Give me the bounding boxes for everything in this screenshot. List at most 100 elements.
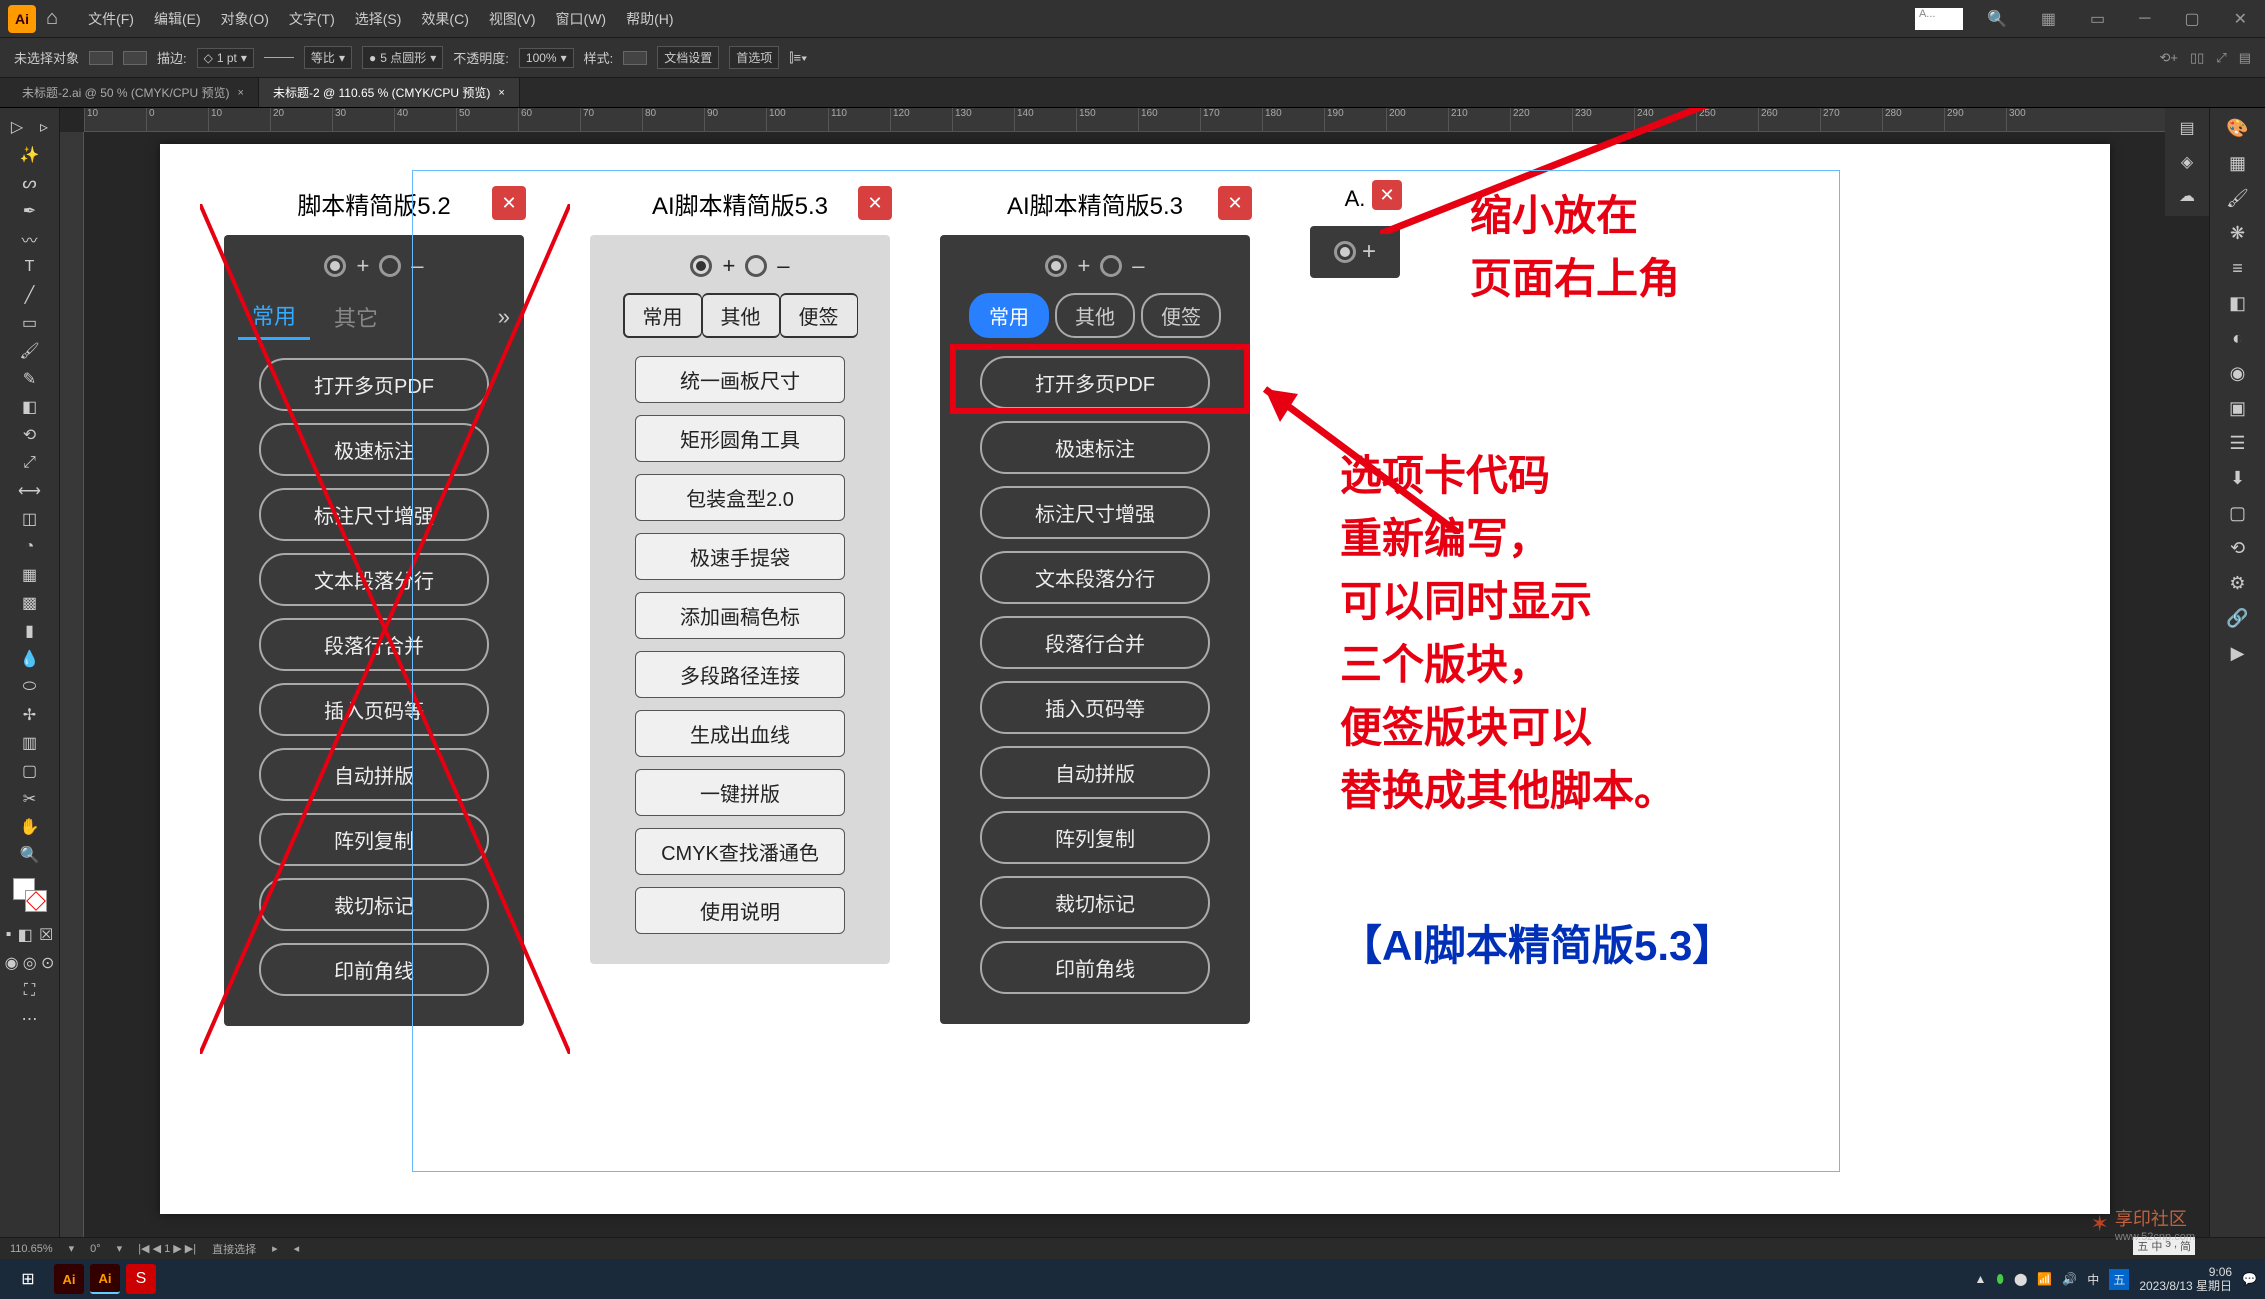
artboard-tool-icon[interactable]: ▢ (17, 758, 43, 784)
script-button[interactable]: 使用说明 (635, 887, 845, 934)
grid-icon[interactable]: ▯▯ (2190, 50, 2204, 66)
doc-tab-1[interactable]: 未标题-2.ai @ 50 % (CMYK/CPU 预览)× (8, 78, 259, 107)
taskbar-ai-icon[interactable]: Ai (54, 1264, 84, 1294)
script-button[interactable]: 标注尺寸增强 (980, 486, 1210, 539)
tab-other[interactable]: 其它 (320, 295, 392, 339)
menu-type[interactable]: 文字(T) (279, 9, 345, 29)
taskbar-app-icon[interactable]: S (126, 1264, 156, 1294)
docsetup-button[interactable]: 文档设置 (657, 46, 719, 69)
menu-help[interactable]: 帮助(H) (616, 9, 683, 29)
panel-toggle-icon[interactable]: ▤ (2239, 50, 2251, 66)
symbols-panel-icon[interactable]: ❋ (2230, 223, 2245, 244)
blend-tool-icon[interactable]: ⬭ (17, 674, 43, 700)
lasso-tool-icon[interactable]: ᔕ (17, 170, 43, 196)
tab-notes[interactable]: 便签 (1141, 293, 1221, 338)
tray-ime-icon[interactable]: 五 (2109, 1269, 2129, 1290)
align-icon[interactable]: ⫿≡▾ (789, 50, 807, 66)
panel-close-button[interactable]: ✕ (1218, 186, 1252, 220)
curvature-tool-icon[interactable]: 〰 (17, 226, 43, 252)
tab-common[interactable]: 常用 (969, 293, 1049, 338)
radio-icon[interactable] (379, 255, 401, 277)
screen-mode-icon[interactable]: ⛶ (17, 978, 43, 1004)
rotation[interactable]: 0° (90, 1243, 101, 1255)
width-tool-icon[interactable]: ⟷ (17, 478, 43, 504)
script-button[interactable]: 印前角线 (980, 941, 1210, 994)
rectangle-tool-icon[interactable]: ▭ (17, 310, 43, 336)
slice-tool-icon[interactable]: ✂ (17, 786, 43, 812)
scale-tool-icon[interactable]: ⤢ (17, 450, 43, 476)
tab-notes[interactable]: 便签 (780, 293, 858, 338)
selection-tool-icon[interactable]: ▷ (11, 117, 23, 137)
asset-export-panel-icon[interactable]: ⬇ (2230, 468, 2245, 489)
draw-inside-icon[interactable]: ⊙ (41, 953, 54, 973)
none-mode-icon[interactable]: ☒ (39, 925, 53, 945)
magic-wand-tool-icon[interactable]: ✨ (17, 142, 43, 168)
script-button[interactable]: 一键拼版 (635, 769, 845, 816)
script-button[interactable]: 文本段落分行 (259, 553, 489, 606)
script-button[interactable]: 印前角线 (259, 943, 489, 996)
script-button[interactable]: 极速标注 (259, 423, 489, 476)
tab-other[interactable]: 其他 (1055, 293, 1135, 338)
shaper-tool-icon[interactable]: ✎ (17, 366, 43, 392)
script-button[interactable]: 包装盒型2.0 (635, 474, 845, 521)
libraries-panel-icon[interactable]: ☁ (2179, 186, 2195, 206)
zoom-level[interactable]: 110.65% (10, 1243, 53, 1255)
brush-dropdown[interactable]: ●5 点圆形▾ (362, 46, 443, 69)
workspace-icon[interactable]: ▭ (2080, 9, 2115, 29)
stroke-panel-icon[interactable]: ≡ (2232, 258, 2243, 279)
script-button[interactable]: 生成出血线 (635, 710, 845, 757)
appearance-panel-icon[interactable]: ◉ (2230, 363, 2246, 384)
opacity-dropdown[interactable]: 100%▾ (519, 48, 574, 68)
brush-tool-icon[interactable]: 🖌 (17, 338, 43, 364)
prefs-button[interactable]: 首选项 (729, 46, 779, 69)
pen-tool-icon[interactable]: ✒ (17, 198, 43, 224)
home-icon[interactable]: ⌂ (46, 7, 58, 30)
expand-icon[interactable]: ⤢ (2216, 50, 2226, 66)
gradient-mode-icon[interactable]: ◧ (18, 925, 33, 945)
minimized-panel-top[interactable]: A... (1915, 8, 1963, 30)
perspective-tool-icon[interactable]: ▦ (17, 562, 43, 588)
script-button[interactable]: 段落行合并 (980, 616, 1210, 669)
stroke-style-icon[interactable] (264, 57, 294, 58)
snap-icon[interactable]: ⟲+ (2160, 50, 2178, 66)
menu-window[interactable]: 窗口(W) (546, 9, 617, 29)
search-icon[interactable]: 🔍 (1977, 9, 2017, 29)
tab-other[interactable]: 其他 (702, 293, 780, 338)
style-swatch[interactable] (623, 51, 647, 65)
stroke-swatch[interactable] (123, 51, 147, 65)
canvas-area[interactable]: 1001020304050607080901001101201301401501… (60, 108, 2209, 1259)
mesh-tool-icon[interactable]: ▩ (17, 590, 43, 616)
menu-select[interactable]: 选择(S) (345, 9, 412, 29)
maximize-icon[interactable]: ▢ (2174, 9, 2209, 29)
history-panel-icon[interactable]: ⟲ (2230, 538, 2245, 559)
hand-tool-icon[interactable]: ✋ (17, 814, 43, 840)
close-icon[interactable]: ✕ (2224, 9, 2257, 29)
doc-tab-2[interactable]: 未标题-2 @ 110.65 % (CMYK/CPU 预览)× (259, 78, 520, 107)
script-button[interactable]: 添加画稿色标 (635, 592, 845, 639)
panel-close-button[interactable]: ✕ (1372, 180, 1402, 210)
menu-edit[interactable]: 编辑(E) (144, 9, 211, 29)
artboards-panel-icon[interactable]: ▢ (2229, 503, 2246, 524)
artboard-nav[interactable]: |◀ ◀ 1 ▶ ▶| (138, 1242, 196, 1255)
tab-common[interactable]: 常用 (238, 293, 310, 340)
radio-icon[interactable] (1100, 255, 1122, 277)
script-button[interactable]: 文本段落分行 (980, 551, 1210, 604)
script-button[interactable]: 多段路径连接 (635, 651, 845, 698)
script-button[interactable]: 裁切标记 (980, 876, 1210, 929)
color-panel-icon[interactable]: 🎨 (2226, 118, 2248, 139)
color-swatches[interactable] (13, 878, 47, 912)
links-panel-icon[interactable]: 🔗 (2226, 608, 2248, 629)
radio-selected-icon[interactable] (690, 255, 712, 277)
shape-builder-tool-icon[interactable]: ◔ (17, 534, 43, 560)
tab-close-icon[interactable]: × (238, 87, 244, 99)
eyedropper-tool-icon[interactable]: 💧 (17, 646, 43, 672)
radio-selected-icon[interactable] (1045, 255, 1067, 277)
layers-panel-icon[interactable]: ◈ (2181, 152, 2193, 172)
tab-common[interactable]: 常用 (623, 293, 702, 338)
script-button[interactable]: 打开多页PDF (259, 358, 489, 411)
draw-normal-icon[interactable]: ◉ (5, 953, 19, 973)
menu-effect[interactable]: 效果(C) (411, 9, 478, 29)
script-button[interactable]: 阵列复制 (980, 811, 1210, 864)
transparency-panel-icon[interactable]: ◐ (2232, 328, 2243, 349)
radio-icon[interactable] (745, 255, 767, 277)
